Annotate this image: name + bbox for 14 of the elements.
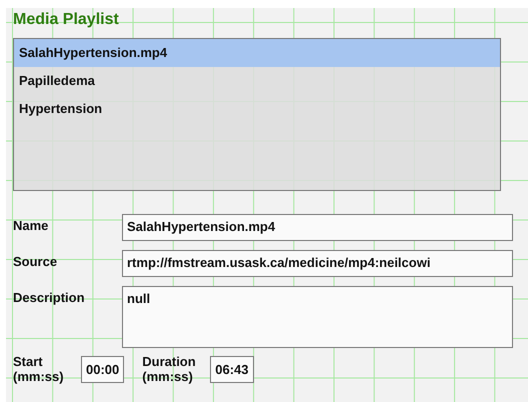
field-label: Description <box>13 289 86 305</box>
field-label: Source <box>13 253 58 269</box>
field-label: Duration (mm:ss) <box>142 354 197 384</box>
field-label: Start (mm:ss) <box>13 354 65 384</box>
playlist-item[interactable]: Hypertension <box>14 95 500 123</box>
field-label: Name <box>13 217 50 233</box>
text-area[interactable]: null <box>122 286 513 348</box>
playlist-item[interactable]: SalahHypertension.mp4 <box>14 39 500 67</box>
input-field[interactable]: 00:00 <box>81 356 124 382</box>
input-field[interactable]: rtmp://fmstream.usask.ca/medicine/mp4:neilcowi <box>122 250 513 277</box>
input-field[interactable]: 06:43 <box>210 356 254 382</box>
playlist-item[interactable]: Papilledema <box>14 67 500 95</box>
panel-title: Media Playlist <box>13 10 120 30</box>
input-field[interactable]: SalahHypertension.mp4 <box>122 214 513 241</box>
